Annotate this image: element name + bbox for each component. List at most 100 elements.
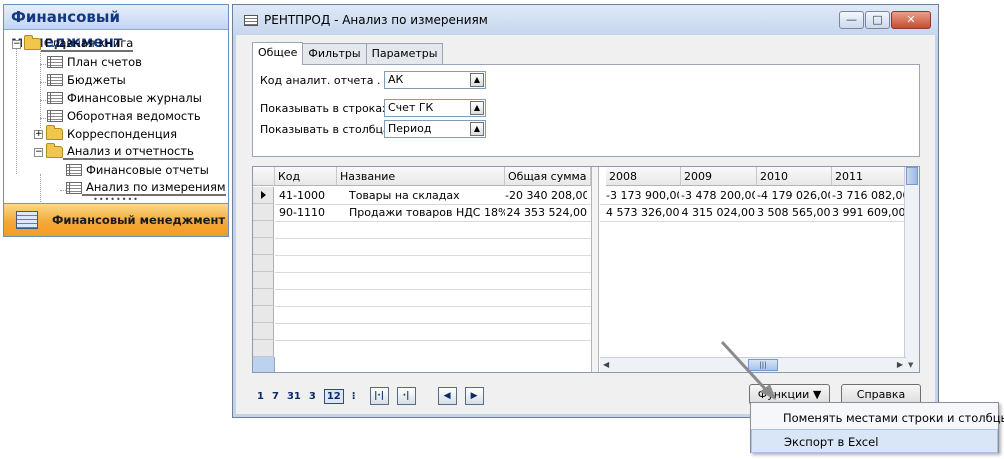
amount-type-net-button[interactable]: |·|: [369, 387, 389, 405]
column-header-period[interactable]: 2011: [832, 167, 906, 186]
cell-total[interactable]: 24 353 524,00: [505, 204, 587, 221]
scroll-down-icon[interactable]: ▼: [908, 361, 913, 369]
nav-pane-title: Финансовый менеджмент: [4, 5, 228, 51]
scroll-right-icon[interactable]: ▶: [897, 360, 903, 369]
cell-name[interactable]: Продажи товаров НДС 18%: [349, 204, 505, 221]
period-year[interactable]: 12: [323, 388, 344, 404]
row-selector[interactable]: [253, 340, 274, 357]
tree-item-financial-journals[interactable]: Финансовые журналы: [47, 89, 202, 107]
tree-item-analysis-reporting[interactable]: − Анализ и отчетность: [34, 143, 194, 161]
tab-general[interactable]: Общее: [252, 42, 304, 65]
tree-item-chart-of-accounts[interactable]: План счетов: [47, 53, 142, 71]
vertical-scrollbar[interactable]: ▼: [904, 167, 919, 372]
lookup-arrow-icon[interactable]: ▲: [470, 73, 484, 87]
window-titlebar[interactable]: РЕНТПРОД - Анализ по измерениям — □ ✕: [233, 5, 938, 35]
cell-period-value[interactable]: 3 991 609,00: [832, 204, 904, 221]
menu-item-swap-rows-columns[interactable]: Поменять местами строки и столбцы: [751, 406, 1004, 430]
scrollbar-thumb[interactable]: [906, 167, 918, 185]
close-button[interactable]: ✕: [891, 11, 931, 29]
form-icon: [47, 74, 63, 86]
form-icon: [66, 182, 82, 194]
minimize-button[interactable]: —: [839, 11, 864, 29]
navigation-pane: Финансовый менеджмент − Главная книга Пл…: [3, 4, 229, 237]
tab-parameters[interactable]: Параметры: [365, 43, 444, 65]
row-selector[interactable]: [253, 221, 274, 238]
cell-name[interactable]: Товары на складах: [349, 187, 505, 204]
period-day[interactable]: 1: [257, 391, 264, 402]
form-icon: [244, 14, 258, 26]
show-in-columns-label: Показывать в столбцах: [260, 122, 397, 136]
row-selector[interactable]: [253, 238, 274, 255]
column-header-code[interactable]: Код: [275, 167, 337, 186]
amount-type-balance-button[interactable]: ·|: [396, 387, 416, 405]
period-month[interactable]: 31: [287, 391, 301, 402]
column-header-name[interactable]: Название: [337, 167, 505, 186]
column-header-period[interactable]: 2010: [757, 167, 832, 186]
folder-icon: [46, 125, 63, 140]
period-week[interactable]: 7: [272, 391, 279, 402]
row-selector-current[interactable]: [253, 187, 274, 204]
window-title: РЕНТПРОД - Анализ по измерениям: [264, 13, 488, 27]
tree-item-dimension-analysis[interactable]: Анализ по измерениям: [66, 179, 226, 197]
tree-item-correspondence[interactable]: + Корреспонденция: [34, 125, 177, 143]
tree-item-trial-balance[interactable]: Оборотная ведомость: [47, 107, 201, 125]
form-icon: [47, 92, 63, 104]
lookup-arrow-icon[interactable]: ▲: [470, 122, 484, 136]
column-header-total[interactable]: Общая сумма: [505, 167, 591, 186]
form-icon: [47, 110, 63, 122]
nav-tree: − Главная книга План счетов Бюджеты Фина…: [4, 30, 228, 209]
row-selector[interactable]: [253, 204, 274, 221]
cell-period-value[interactable]: -3 716 082,00: [832, 187, 904, 204]
tree-item-budgets[interactable]: Бюджеты: [47, 71, 126, 89]
row-selector[interactable]: [253, 255, 274, 272]
show-in-rows-label: Показывать в строках .: [260, 101, 396, 115]
tab-strip: Общее Фильтры Параметры: [252, 42, 444, 65]
maximize-button[interactable]: □: [865, 11, 890, 29]
tree-item-general-ledger[interactable]: − Главная книга: [12, 35, 134, 53]
analysis-view-code-field[interactable]: АК ▲: [384, 71, 486, 89]
scrollbar-thumb[interactable]: |||: [748, 359, 778, 371]
cell-period-value[interactable]: -3 173 900,00: [606, 187, 679, 204]
collapse-icon[interactable]: −: [12, 39, 21, 49]
grid-splitter[interactable]: [591, 167, 599, 372]
lookup-arrow-icon[interactable]: ▲: [470, 101, 484, 115]
cell-period-value[interactable]: -4 179 026,00: [757, 187, 830, 204]
menu-item-export-excel[interactable]: Экспорт в Excel: [751, 429, 998, 453]
cell-period-value[interactable]: -3 478 200,00: [681, 187, 755, 204]
folder-open-icon: [46, 143, 63, 158]
cell-period-value[interactable]: 4 573 326,00: [606, 204, 679, 221]
next-period-button[interactable]: ▶: [464, 387, 484, 405]
form-icon: [47, 56, 63, 68]
row-selector[interactable]: [253, 272, 274, 289]
row-selector-bottom: [253, 357, 275, 372]
cell-code[interactable]: 41-1000: [279, 187, 337, 204]
row-header-corner: [253, 167, 275, 186]
tab-filters[interactable]: Фильтры: [302, 43, 367, 65]
scroll-left-icon[interactable]: ◀: [603, 360, 609, 369]
collapse-icon[interactable]: −: [34, 147, 43, 157]
show-in-rows-field[interactable]: Счет ГК ▲: [384, 99, 486, 117]
cell-total[interactable]: -20 340 208,00: [505, 187, 587, 204]
tree-item-financial-reports[interactable]: Финансовые отчеты: [66, 161, 209, 179]
period-accounting[interactable]: ⁝: [352, 391, 356, 402]
cell-period-value[interactable]: 3 508 565,00: [757, 204, 830, 221]
column-header-period[interactable]: 2008: [606, 167, 681, 186]
column-header-period[interactable]: 2009: [681, 167, 757, 186]
nav-button-financial-management[interactable]: Финансовый менеджмент: [4, 203, 228, 236]
row-selector[interactable]: [253, 323, 274, 340]
matrix-grid: Код Название Общая сумма 2008 2009 2010 …: [252, 166, 920, 373]
horizontal-scrollbar[interactable]: ◀ ||| ▶: [600, 357, 906, 372]
expand-icon[interactable]: +: [34, 129, 43, 139]
row-selector[interactable]: [253, 306, 274, 323]
analysis-view-code-row: Код аналит. отчета . . АК ▲: [260, 71, 486, 89]
financial-management-icon: [16, 211, 38, 229]
general-tab-panel: Код аналит. отчета . . АК ▲ Показывать в…: [252, 64, 920, 157]
row-selector[interactable]: [253, 289, 274, 306]
period-quarter[interactable]: 3: [309, 391, 316, 402]
cell-period-value[interactable]: 4 315 024,00: [681, 204, 755, 221]
analysis-view-code-label: Код аналит. отчета . .: [260, 73, 388, 87]
cell-code[interactable]: 90-1110: [279, 204, 337, 221]
show-in-columns-field[interactable]: Период ▲: [384, 120, 486, 138]
show-in-rows-row: Показывать в строках . Счет ГК ▲: [260, 99, 486, 117]
previous-period-button[interactable]: ◀: [437, 387, 457, 405]
